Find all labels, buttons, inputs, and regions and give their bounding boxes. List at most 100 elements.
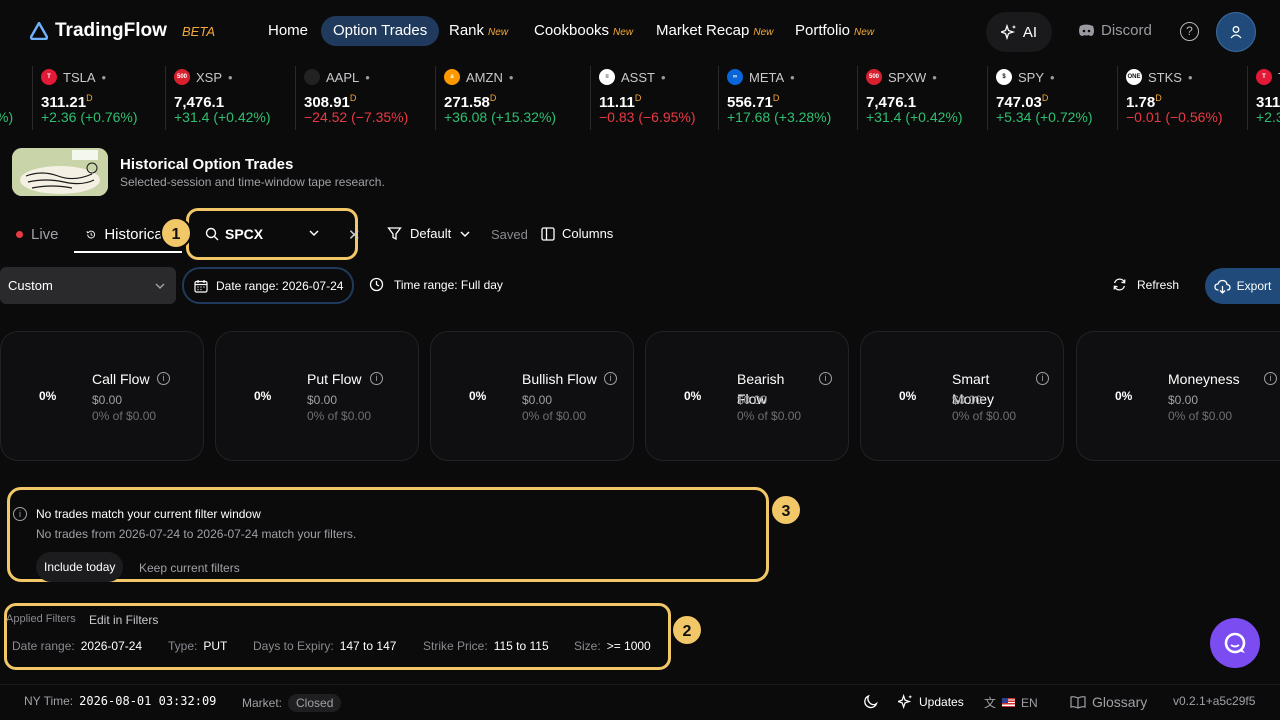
market-dot-icon: • bbox=[932, 69, 937, 85]
nav-portfolio[interactable]: Portfolio New bbox=[783, 16, 886, 46]
flow-percent: 0% bbox=[684, 389, 702, 403]
search-icon bbox=[205, 227, 219, 241]
language-label: EN bbox=[1021, 695, 1038, 710]
flow-amount: $0.00 bbox=[92, 393, 123, 407]
keep-current-filters-button[interactable]: Keep current filters bbox=[139, 561, 240, 575]
live-dot-icon bbox=[16, 231, 23, 238]
clear-search-icon[interactable]: ✕ bbox=[348, 226, 361, 244]
user-icon bbox=[1230, 26, 1242, 39]
ticker-change: +2.36 bbox=[1256, 109, 1280, 125]
us-flag-icon bbox=[1002, 698, 1016, 707]
flow-percent: 0% bbox=[469, 389, 487, 403]
refresh-button[interactable]: Refresh bbox=[1112, 277, 1179, 292]
search-value[interactable]: SPCX bbox=[225, 226, 263, 242]
ticker-item-spxw[interactable]: 500 SPXW • 7,476.1 +31.4 (+0.42%) bbox=[857, 66, 987, 130]
discord-link[interactable]: Discord bbox=[1078, 22, 1152, 39]
chevron-down-icon[interactable] bbox=[308, 228, 320, 238]
ticker-item-xsp[interactable]: 500 XSP • 7,476.1 +31.4 (+0.42%) bbox=[165, 66, 295, 130]
spy-logo-icon: $ bbox=[996, 69, 1012, 85]
discord-icon bbox=[1079, 24, 1094, 36]
ticker-item-stks[interactable]: ONE STKS • 1.78D −0.01 (−0.56%) bbox=[1117, 66, 1247, 130]
ticker-symbol: AAPL bbox=[326, 69, 360, 85]
ticker-change: +31.4 (+0.42%) bbox=[174, 109, 271, 125]
market-label: Market: bbox=[242, 696, 283, 710]
new-badge: New bbox=[613, 27, 634, 38]
flow-percent: 0% bbox=[1115, 389, 1133, 403]
ticker-item-partial[interactable]: %) bbox=[0, 66, 13, 130]
info-icon[interactable]: i bbox=[370, 372, 383, 385]
flow-card-smart-money[interactable]: 0% Smart Money i $0.00 0% of $0.00 bbox=[860, 331, 1064, 461]
filter-preset-label: Default bbox=[410, 226, 452, 241]
tab-historical[interactable]: Historical bbox=[86, 226, 166, 243]
info-icon[interactable]: i bbox=[819, 372, 832, 385]
ticker-item-meta[interactable]: ∞ META • 556.71D +17.68 (+3.28%) bbox=[718, 66, 857, 130]
updates-button[interactable]: Updates bbox=[898, 694, 964, 709]
columns-button[interactable]: Columns bbox=[541, 226, 613, 241]
nav-home[interactable]: Home bbox=[256, 16, 320, 46]
nav-rank[interactable]: Rank New bbox=[437, 16, 520, 46]
delayed-marker: D bbox=[349, 93, 357, 103]
flow-card-bearish-flow[interactable]: 0% Bearish Flow i $0.00 0% of $0.00 bbox=[645, 331, 849, 461]
page-subtitle: Selected-session and time-window tape re… bbox=[120, 175, 385, 189]
chat-support-button[interactable] bbox=[1210, 618, 1260, 668]
export-button[interactable]: Export bbox=[1205, 268, 1280, 304]
info-icon[interactable]: i bbox=[1036, 372, 1049, 385]
flow-title: Moneyness bbox=[1168, 371, 1240, 387]
filter-preset-dropdown[interactable]: Default bbox=[387, 226, 471, 241]
export-label: Export bbox=[1236, 279, 1272, 293]
flow-share: 0% of $0.00 bbox=[92, 409, 157, 423]
filter-chip-days-to-expiry[interactable]: Days to Expiry: 147 to 147 bbox=[253, 639, 396, 653]
spxw-logo-icon: 500 bbox=[866, 69, 882, 85]
active-tab-indicator bbox=[74, 251, 182, 253]
range-preset-select[interactable]: Custom bbox=[0, 267, 176, 304]
include-today-button[interactable]: Include today bbox=[36, 552, 124, 582]
flow-share: 0% of $0.00 bbox=[1168, 409, 1233, 423]
saved-filters-link[interactable]: Saved bbox=[491, 227, 528, 242]
nav-cookbooks[interactable]: Cookbooks New bbox=[522, 16, 645, 46]
translate-icon: 文 bbox=[984, 696, 997, 710]
help-icon[interactable]: ? bbox=[1180, 22, 1199, 41]
ticker-item-tsla[interactable]: T TSLA • 311.21D +2.36 (+0.76%) bbox=[32, 66, 165, 130]
ticker-change: +2.36 (+0.76%) bbox=[41, 109, 138, 125]
stks-logo-icon: ONE bbox=[1126, 69, 1142, 85]
ai-label: AI bbox=[1022, 23, 1038, 41]
ticker-change: +36.08 (+15.32%) bbox=[444, 109, 557, 125]
flow-amount: $0.00 bbox=[737, 393, 768, 407]
market-dot-icon: • bbox=[365, 69, 370, 85]
flow-card-put-flow[interactable]: 0% Put Flow i $0.00 0% of $0.00 bbox=[215, 331, 419, 461]
edit-in-filters-link[interactable]: Edit in Filters bbox=[89, 613, 158, 627]
tab-live-label: Live bbox=[31, 226, 59, 243]
filter-chip-date-range[interactable]: Date range: 2026-07-24 bbox=[12, 639, 142, 653]
ai-button[interactable]: AI bbox=[986, 12, 1052, 52]
delayed-marker: D bbox=[86, 93, 93, 103]
flow-card-bullish-flow[interactable]: 0% Bullish Flow i $0.00 0% of $0.00 bbox=[430, 331, 634, 461]
ticker-item-asst[interactable]: ≡ ASST • 11.11D −0.83 (−6.95%) bbox=[590, 66, 718, 130]
filter-chip-strike-price[interactable]: Strike Price: 115 to 115 bbox=[423, 639, 549, 653]
ticker-symbol: META bbox=[749, 69, 785, 85]
info-icon[interactable]: i bbox=[157, 372, 170, 385]
filter-chip-size[interactable]: Size: >= 1000 bbox=[574, 639, 651, 653]
flow-share: 0% of $0.00 bbox=[522, 409, 587, 423]
ticker-item-spy[interactable]: $ SPY • 747.03D +5.34 (+0.72%) bbox=[987, 66, 1117, 130]
flow-card-moneyness[interactable]: 0% Moneyness i $0.00 0% of $0.00 bbox=[1076, 331, 1280, 461]
info-icon[interactable]: i bbox=[1264, 372, 1277, 385]
ny-time: NY Time: 2026-08-01 03:32:09 bbox=[24, 694, 216, 708]
theme-toggle[interactable] bbox=[864, 694, 879, 709]
language-selector[interactable]: 文 EN bbox=[984, 694, 1038, 711]
info-icon[interactable]: i bbox=[604, 372, 617, 385]
nav-option-trades[interactable]: Option Trades bbox=[321, 16, 440, 46]
ticker-item-amzn[interactable]: a AMZN • 271.58D +36.08 (+15.32%) bbox=[435, 66, 590, 130]
time-range-button[interactable]: Time range: Full day bbox=[369, 277, 503, 292]
date-range-button[interactable]: Date range: 2026-07-24 bbox=[182, 267, 354, 304]
brand-name[interactable]: TradingFlow bbox=[55, 20, 167, 42]
ticker-item-aapl[interactable]: AAPL • 308.91D −24.52 (−7.35%) bbox=[295, 66, 435, 130]
date-range-label: Date range: 2026-07-24 bbox=[216, 278, 344, 293]
flow-card-call-flow[interactable]: 0% Call Flow i $0.00 0% of $0.00 bbox=[0, 331, 204, 461]
nav-market-recap[interactable]: Market Recap New bbox=[644, 16, 785, 46]
tab-live[interactable]: Live bbox=[16, 226, 59, 243]
ticker-item-t[interactable]: TT•311.+2.36 bbox=[1247, 66, 1280, 130]
glossary-link[interactable]: Glossary bbox=[1070, 694, 1147, 710]
ticker-symbol: SPXW bbox=[888, 69, 927, 85]
user-avatar[interactable] bbox=[1216, 12, 1256, 52]
filter-chip-type[interactable]: Type: PUT bbox=[168, 639, 227, 653]
